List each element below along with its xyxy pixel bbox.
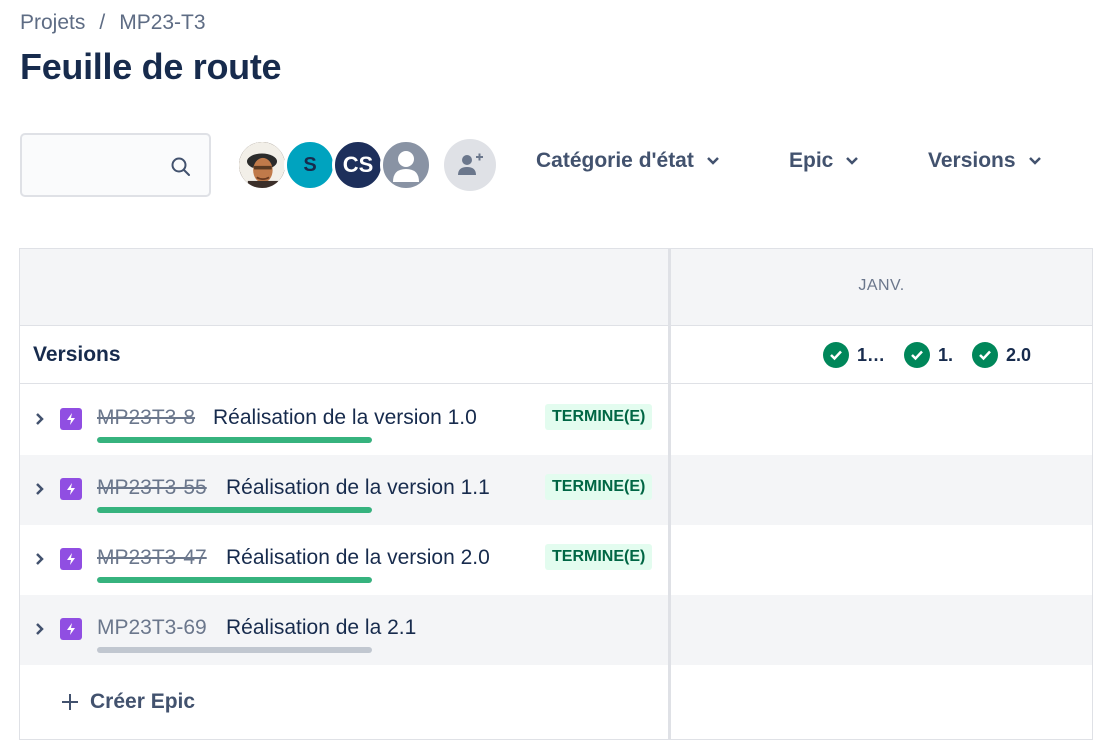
- progress-fill: [97, 577, 372, 583]
- avatar[interactable]: CS: [332, 139, 384, 191]
- version-marker[interactable]: 2.0: [972, 342, 1031, 368]
- create-epic-button[interactable]: Créer Epic: [20, 666, 668, 738]
- version-marker[interactable]: 1…: [823, 342, 885, 368]
- breadcrumb: Projets / MP23-T3: [20, 11, 206, 35]
- avatar-initials: S: [303, 153, 317, 176]
- progress-bar: [97, 577, 372, 583]
- epic-row[interactable]: MP23T3-8 Réalisation de la version 1.0 T…: [20, 385, 1092, 455]
- status-badge: TERMINE(E): [545, 544, 653, 570]
- avatar[interactable]: S: [284, 139, 336, 191]
- epic-summary[interactable]: Réalisation de la 2.1: [226, 616, 416, 640]
- epic-icon: [60, 548, 82, 570]
- chevron-right-icon[interactable]: [34, 621, 46, 637]
- progress-fill: [97, 437, 372, 443]
- epic-icon: [60, 408, 82, 430]
- user-photo-icon: [239, 142, 285, 188]
- chevron-right-icon[interactable]: [34, 411, 46, 427]
- default-person-icon: [393, 151, 419, 182]
- breadcrumb-separator: /: [99, 11, 106, 34]
- progress-bar: [97, 647, 372, 653]
- epic-row[interactable]: MP23T3-47 Réalisation de la version 2.0 …: [20, 525, 1092, 595]
- epic-row[interactable]: MP23T3-55 Réalisation de la version 1.1 …: [20, 455, 1092, 525]
- versions-timeline: 1… 1. 2.0: [671, 327, 1092, 384]
- version-marker-label: 1.: [938, 344, 954, 365]
- versions-label: Versions: [33, 343, 121, 366]
- epic-key[interactable]: MP23T3-55: [97, 476, 207, 500]
- breadcrumb-project-link[interactable]: MP23-T3: [119, 11, 205, 35]
- timeline-header: JANV.: [671, 249, 1092, 326]
- toolbar: S CS Catégorie d'état Epic Versions: [20, 133, 1080, 197]
- search-box[interactable]: [20, 133, 211, 197]
- month-label: JANV.: [858, 277, 905, 294]
- chevron-right-icon[interactable]: [34, 551, 46, 567]
- panel-divider[interactable]: [668, 249, 671, 739]
- breadcrumb-projects-link[interactable]: Projets: [20, 11, 85, 35]
- version-marker-label: 1…: [857, 344, 886, 365]
- chevron-down-icon: [1028, 157, 1041, 165]
- status-category-filter[interactable]: Catégorie d'état: [536, 149, 720, 173]
- plus-icon: [62, 694, 78, 710]
- versions-row-label: Versions: [20, 327, 668, 384]
- epic-filter[interactable]: Epic: [789, 149, 859, 173]
- search-icon: [171, 157, 190, 176]
- roadmap-header-left: [20, 249, 668, 326]
- check-circle-icon: [904, 342, 930, 368]
- version-marker-label: 2.0: [1006, 344, 1032, 365]
- roadmap-panel: JANV. Versions 1… 1. 2.0 MP23T3-8 Réalis…: [19, 248, 1093, 740]
- epic-summary[interactable]: Réalisation de la version 1.1: [226, 476, 490, 500]
- chevron-down-icon: [846, 157, 859, 165]
- epic-icon: [60, 618, 82, 640]
- avatar[interactable]: [236, 139, 288, 191]
- progress-fill: [97, 507, 372, 513]
- avatar-initials: CS: [342, 152, 374, 177]
- add-people-button[interactable]: [444, 139, 496, 191]
- epic-row[interactable]: MP23T3-69 Réalisation de la 2.1: [20, 595, 1092, 665]
- check-circle-icon: [972, 342, 998, 368]
- epic-key[interactable]: MP23T3-8: [97, 406, 195, 430]
- chevron-down-icon: [706, 157, 719, 165]
- epic-icon: [60, 478, 82, 500]
- version-marker[interactable]: 1.: [904, 342, 953, 368]
- filter-label: Versions: [928, 149, 1016, 172]
- filter-label: Catégorie d'état: [536, 149, 694, 172]
- add-person-icon: [458, 153, 483, 175]
- progress-bar: [97, 437, 372, 443]
- chevron-right-icon[interactable]: [34, 481, 46, 497]
- status-badge: TERMINE(E): [545, 404, 653, 430]
- progress-bar: [97, 507, 372, 513]
- create-epic-label: Créer Epic: [90, 690, 196, 713]
- versions-filter[interactable]: Versions: [928, 149, 1042, 173]
- epic-summary[interactable]: Réalisation de la version 1.0: [213, 406, 477, 430]
- avatar-group: S CS: [236, 139, 436, 191]
- epic-key[interactable]: MP23T3-47: [97, 546, 207, 570]
- avatar[interactable]: [380, 139, 432, 191]
- check-circle-icon: [823, 342, 849, 368]
- status-badge: TERMINE(E): [545, 474, 653, 500]
- filter-label: Epic: [789, 149, 834, 172]
- epic-key[interactable]: MP23T3-69: [97, 616, 207, 640]
- epic-summary[interactable]: Réalisation de la version 2.0: [226, 546, 490, 570]
- page-title: Feuille de route: [20, 46, 282, 87]
- search-input[interactable]: [32, 151, 167, 181]
